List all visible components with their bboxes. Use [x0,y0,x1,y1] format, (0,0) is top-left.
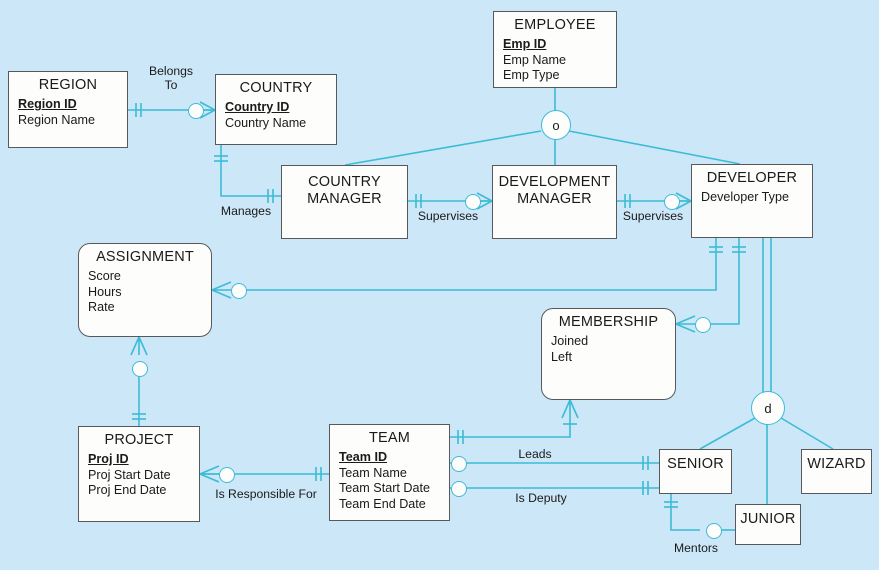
relationship-label-belongs-to: Belongs To [148,64,194,92]
attribute: Hours [88,284,122,299]
optional-circle-assignment-project [132,361,148,377]
line-d-to-senior [699,417,756,450]
entity-assignment-title: ASSIGNMENT [96,249,194,265]
attribute: Score [88,269,121,283]
line-mentors [670,494,700,531]
entity-team-attributes: Team ID Team Name Team Start Date Team E… [330,450,449,512]
entity-team[interactable]: TEAM Team ID Team Name Team Start Date T… [329,424,450,521]
entity-assignment[interactable]: ASSIGNMENT Score Hours Rate [78,243,212,337]
crowsfoot-project-right [199,465,220,483]
subtype-circle-employee: o [541,110,571,140]
optional-circle-belongs-to [188,103,204,119]
subtype-circle-developer: d [751,391,785,425]
attribute: Team Name [339,465,407,480]
optional-circle-leads [451,456,467,472]
er-diagram-canvas: o d Belongs To Manages Supervises Superv… [0,0,879,570]
crowsfoot-membership-right [675,315,696,333]
optional-circle-mentors [706,523,722,539]
entity-employee-attributes: Emp ID Emp Name Emp Type [494,37,616,84]
attribute: Rate [88,300,115,314]
entity-membership[interactable]: MEMBERSHIP Joined Left [541,308,676,400]
entity-senior-title: SENIOR [667,456,724,472]
entity-employee[interactable]: EMPLOYEE Emp ID Emp Name Emp Type [493,11,617,88]
attribute: Country Name [225,115,307,130]
entity-country-manager-title: COUNTRY MANAGER [307,174,382,207]
line-developer-to-assignment [243,238,717,291]
entity-membership-attributes: Joined Left [542,334,675,365]
line-circle-to-developer [568,130,741,165]
entity-wizard[interactable]: WIZARD [801,449,872,494]
attribute: Team End Date [339,496,426,511]
entity-senior[interactable]: SENIOR [659,449,732,494]
entity-region-attributes: Region ID Region Name [9,97,127,128]
relationship-label-supervises-cm: Supervises [417,209,479,223]
optional-circle-supervises-cm [465,194,481,210]
entity-development-manager[interactable]: DEVELOPMENT MANAGER [492,165,617,239]
entity-country-manager[interactable]: COUNTRY MANAGER [281,165,408,239]
subtype-circle-developer-label: d [764,400,772,416]
entity-team-title: TEAM [368,430,411,446]
attribute-pk: Region ID [18,97,77,111]
entity-employee-title: EMPLOYEE [514,17,596,33]
entity-region-title: REGION [38,77,98,93]
attribute: Proj End Date [88,483,167,497]
line-d-to-wizard [780,417,834,450]
relationship-label-supervises-dm: Supervises [622,209,684,223]
attribute: Proj Start Date [88,467,171,482]
entity-developer[interactable]: DEVELOPER Developer Type [691,164,813,238]
attribute-pk: Country ID [225,100,290,114]
optional-circle-membership-developer [695,317,711,333]
relationship-label-leads: Leads [518,447,552,461]
optional-circle-supervises-dm [664,194,680,210]
attribute: Left [551,349,573,364]
entity-developer-title: DEVELOPER [706,170,798,186]
line-circle-to-country-mgr [344,130,542,166]
subtype-circle-employee-label: o [552,117,560,133]
entity-project[interactable]: PROJECT Proj ID Proj Start Date Proj End… [78,426,200,522]
entity-country-title: COUNTRY [239,80,313,96]
crowsfoot-assignment-bottom [130,336,148,356]
attribute: Developer Type [701,190,789,204]
attribute-pk: Team ID [339,450,388,464]
attribute: Joined [551,334,589,348]
line-membership-to-team [450,418,571,438]
entity-developer-attributes: Developer Type [692,190,812,206]
relationship-label-manages: Manages [220,204,272,218]
entity-wizard-title: WIZARD [807,456,866,472]
entity-region[interactable]: REGION Region ID Region Name [8,71,128,148]
attribute: Region Name [18,112,96,127]
entity-junior[interactable]: JUNIOR [735,504,801,545]
entity-project-attributes: Proj ID Proj Start Date Proj End Date [79,452,199,499]
entity-development-manager-title: DEVELOPMENT MANAGER [498,174,611,207]
entity-country[interactable]: COUNTRY Country ID Country Name [215,74,337,145]
line-manages [220,145,281,197]
line-developer-to-membership [707,238,740,325]
optional-circle-is-deputy [451,481,467,497]
relationship-label-mentors: Mentors [673,541,719,555]
attribute-pk: Emp ID [503,37,547,51]
entity-assignment-attributes: Score Hours Rate [79,269,211,316]
attribute: Emp Name [503,52,566,67]
entity-project-title: PROJECT [104,432,174,448]
optional-circle-is-responsible-for [219,467,235,483]
entity-country-attributes: Country ID Country Name [216,100,336,131]
crowsfoot-membership-bottom [561,399,579,419]
attribute-pk: Proj ID [88,452,129,466]
attribute: Team Start Date [339,481,430,495]
crowsfoot-assignment-right [211,281,232,299]
entity-junior-title: JUNIOR [740,511,796,527]
entity-membership-title: MEMBERSHIP [558,314,659,330]
relationship-label-is-responsible-for: Is Responsible For [215,487,317,501]
relationship-label-is-deputy: Is Deputy [515,491,567,505]
attribute: Emp Type [503,68,560,82]
optional-circle-assignment-developer [231,283,247,299]
